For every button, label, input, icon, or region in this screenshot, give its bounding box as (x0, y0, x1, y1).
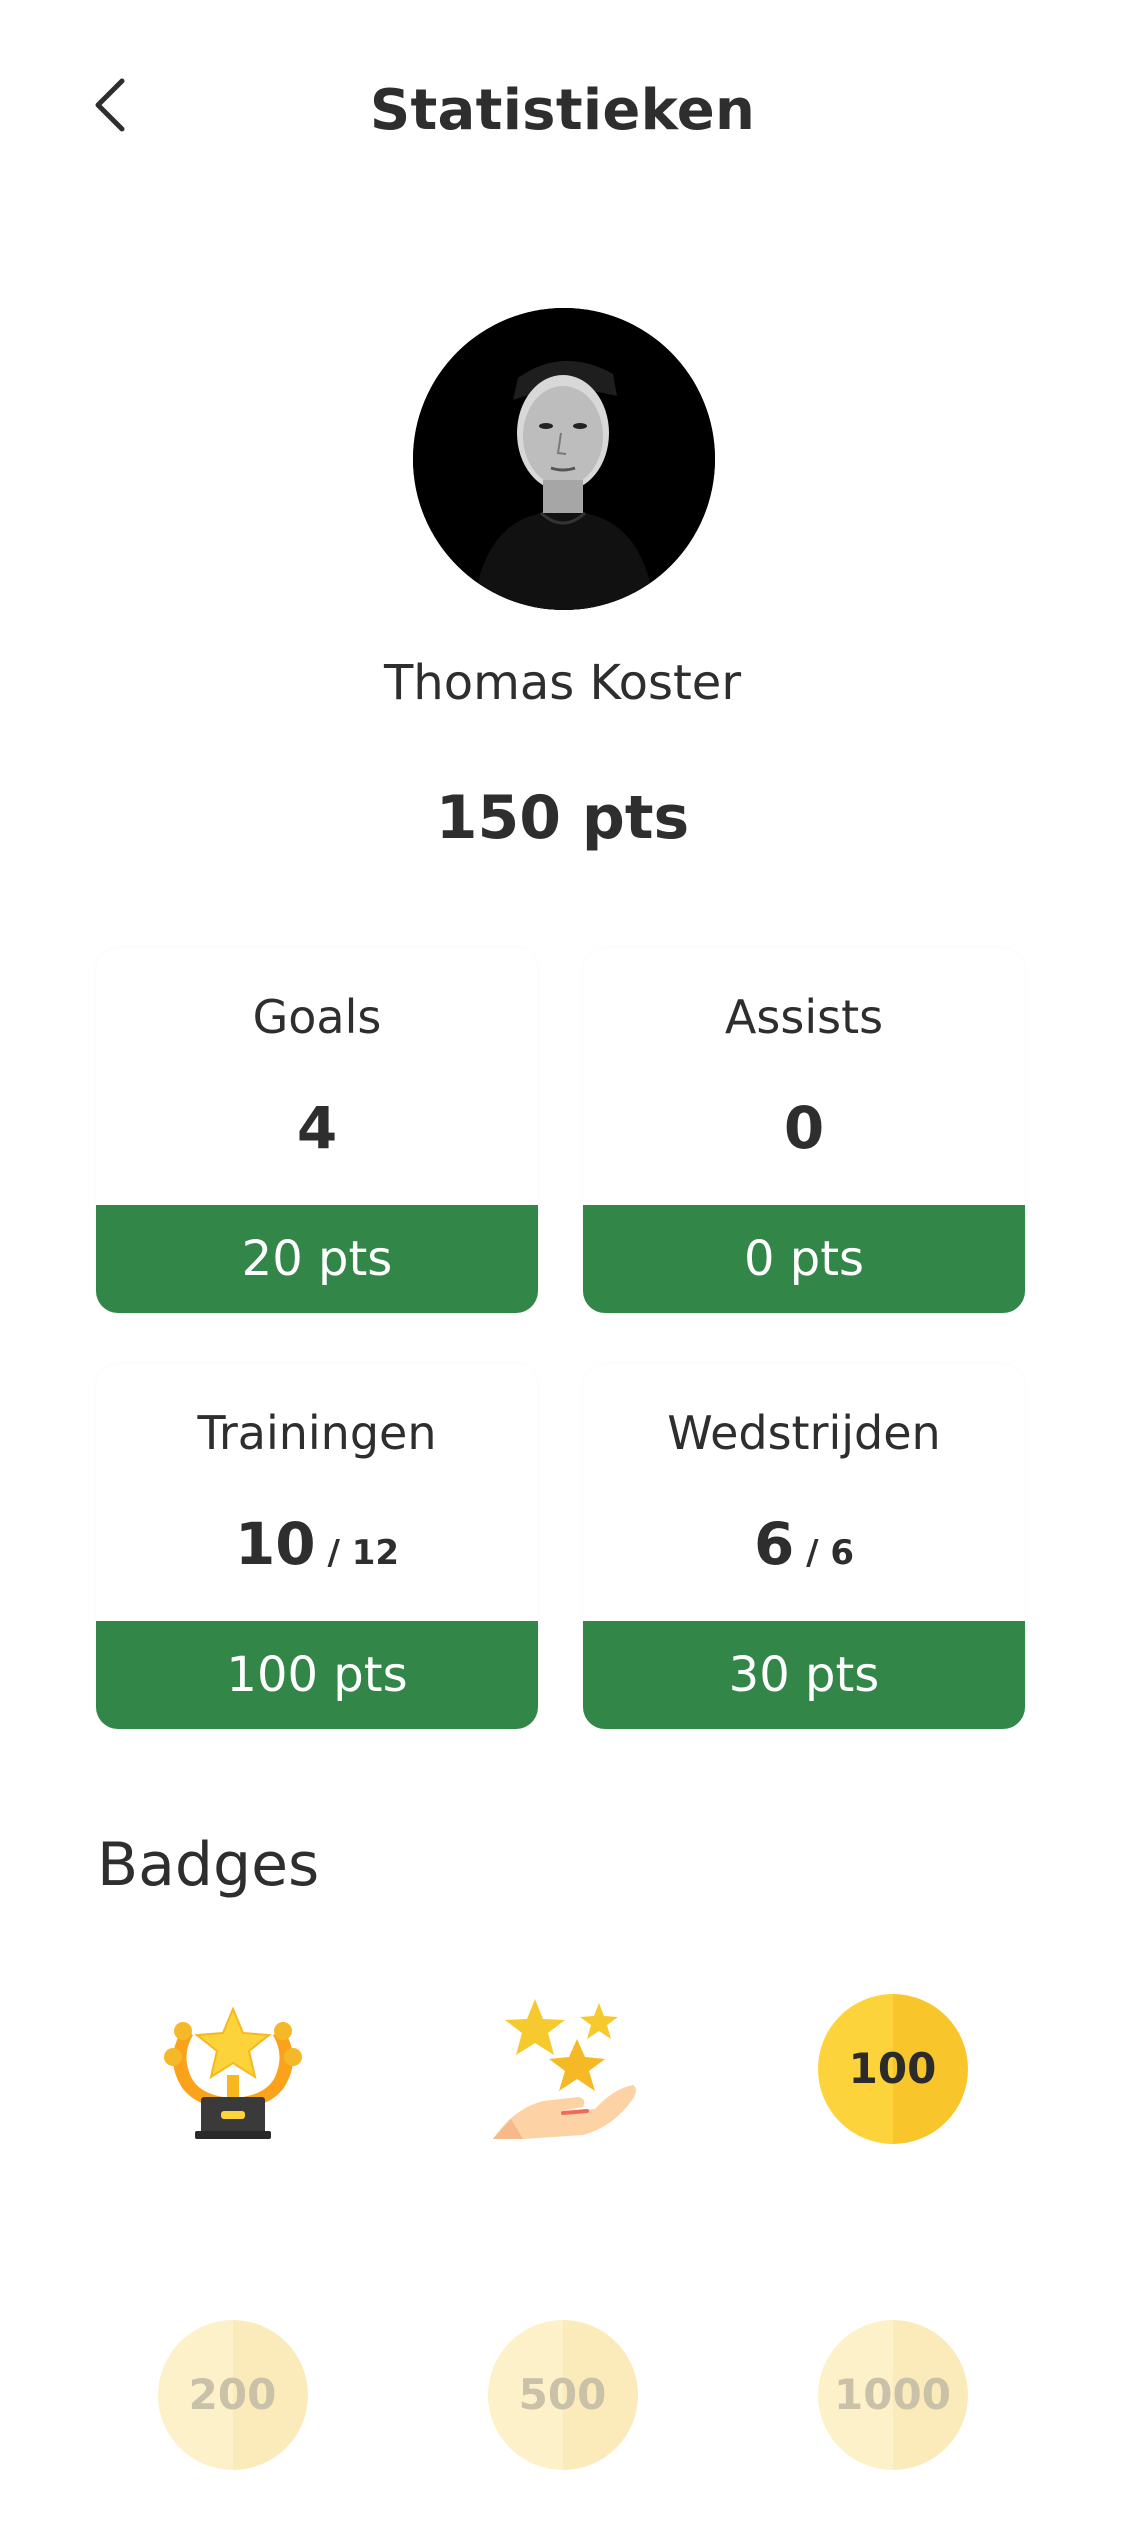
stat-value: 10 / 12 (234, 1510, 400, 1578)
badge-stars-hand[interactable] (430, 1936, 695, 2201)
stat-value: 6 / 6 (753, 1510, 855, 1578)
stat-label: Assists (724, 990, 884, 1044)
badge-500[interactable]: 500 (430, 2262, 695, 2527)
avatar (413, 308, 715, 610)
stat-label: Wedstrijden (667, 1406, 941, 1460)
coin-badge: 1000 (817, 2319, 968, 2470)
badges-title: Badges (97, 1830, 320, 1900)
stat-card-assists: Assists 0 0 pts (583, 948, 1025, 1313)
badge-100[interactable]: 100 (760, 1936, 1025, 2201)
trophy-icon (163, 2005, 302, 2139)
page-title: Statistieken (369, 78, 756, 143)
coin-badge: 500 (487, 2319, 638, 2470)
stat-points: 30 pts (583, 1621, 1025, 1729)
coin-badge: 200 (157, 2319, 308, 2470)
stat-card-goals: Goals 4 20 pts (96, 948, 538, 1313)
player-name: Thomas Koster (383, 655, 742, 711)
badge-1000[interactable]: 1000 (760, 2262, 1025, 2527)
stat-card-wedstrijden: Wedstrijden 6 / 6 30 pts (583, 1364, 1025, 1729)
stat-points: 0 pts (583, 1205, 1025, 1313)
stat-points: 20 pts (96, 1205, 538, 1313)
stat-label: Trainingen (197, 1406, 437, 1460)
stat-card-trainingen: Trainingen 10 / 12 100 pts (96, 1364, 538, 1729)
stat-label: Goals (252, 990, 382, 1044)
stat-points: 100 pts (96, 1621, 538, 1729)
badge-200[interactable]: 200 (100, 2262, 365, 2527)
stat-value: 0 (783, 1094, 825, 1162)
stars-hand-icon (492, 1998, 636, 2139)
badge-trophy[interactable] (100, 1936, 365, 2201)
statistics-screen: Statistieken Thomas Koster 150 pts Goals (0, 0, 1125, 2541)
total-points: 150 pts (435, 783, 690, 853)
coin-badge: 100 (817, 1993, 968, 2144)
stat-value: 4 (296, 1094, 338, 1162)
